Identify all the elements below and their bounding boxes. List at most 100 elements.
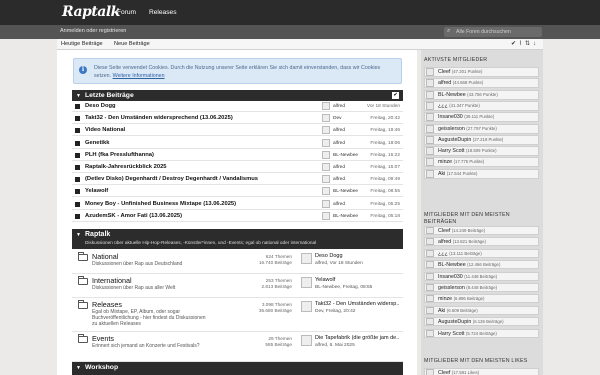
member-name[interactable]: geisslerson <box>438 126 465 132</box>
member-row[interactable]: ¿¿¿ (41.347 Punkte) <box>424 100 539 111</box>
avatar[interactable] <box>426 261 434 269</box>
avatar[interactable] <box>322 102 330 110</box>
avatar[interactable] <box>426 158 434 167</box>
latest-post-row[interactable]: AzudemSK - Amor Fati (13.06.2025) BL-Newb… <box>72 211 403 222</box>
avatar[interactable] <box>426 169 434 178</box>
member-name[interactable]: geisslerson <box>438 285 465 291</box>
latest-posts-header[interactable]: ▼ Letzte Beiträge ✔ <box>72 90 403 101</box>
forum-name[interactable]: National <box>92 252 118 261</box>
member-name[interactable]: Insane030 <box>438 274 463 280</box>
post-title[interactable]: (Detlev Disko) Degenhardt / Destroy Dege… <box>85 176 258 182</box>
post-user[interactable]: alfred <box>333 128 345 133</box>
last-post-title[interactable]: Deso Dogg <box>315 253 399 259</box>
member-name[interactable]: AugusteDupin <box>438 137 471 143</box>
post-user[interactable]: BL-Newbee <box>333 189 358 194</box>
check-icon[interactable]: ✔ <box>392 92 399 99</box>
member-name[interactable]: Harry Scott <box>438 148 465 154</box>
forum-row[interactable]: National Diskussionen über Rap aus Deutsc… <box>72 250 403 274</box>
scroll-down-icon[interactable]: ↓ <box>533 41 539 47</box>
member-row[interactable]: geisslerson (8.448 Beiträge) <box>424 283 539 292</box>
member-name[interactable]: BL-Newbee <box>438 92 466 98</box>
avatar[interactable] <box>426 295 434 303</box>
member-name[interactable]: BL-Newbee <box>438 262 466 268</box>
nav-forum[interactable]: Forum <box>117 9 136 16</box>
post-title[interactable]: AzudemSK - Amor Fati (13.06.2025) <box>85 213 182 219</box>
avatar[interactable] <box>322 150 330 159</box>
avatar[interactable] <box>426 227 434 234</box>
member-name[interactable]: Aki <box>438 171 445 177</box>
avatar[interactable] <box>426 113 434 122</box>
member-name[interactable]: minze <box>438 296 452 302</box>
latest-post-row[interactable]: PLH (fka Presslufthanna) BL-Newbee Freitag… <box>72 150 403 161</box>
member-row[interactable]: Cleef (17.581 Likes) <box>424 368 539 375</box>
member-row[interactable]: alfred (13.821 Beiträge) <box>424 237 539 247</box>
member-row[interactable]: Aki (6.609 Beiträge) <box>424 305 539 315</box>
login-register-link[interactable]: Anmelden oder registrieren <box>60 28 126 34</box>
avatar[interactable] <box>426 318 434 326</box>
latest-post-row[interactable]: Takt32 - Den Umständen widersprechend (1… <box>72 113 403 125</box>
latest-post-row[interactable]: Video National alfred Freitag, 19:46 <box>72 125 403 137</box>
avatar[interactable] <box>426 79 434 88</box>
forum-row[interactable]: Releases Egal ob Mixtape, EP, Album, oder… <box>72 298 403 332</box>
post-user[interactable]: Dev <box>333 116 342 121</box>
site-logo[interactable]: Raptalk <box>62 4 120 20</box>
post-user[interactable]: BL-Newbee <box>333 153 358 158</box>
member-row[interactable]: minze (17.775 Punkte) <box>424 157 539 168</box>
last-post-title[interactable]: Die Tapefabrik (die größte jam de... <box>315 335 399 341</box>
member-name[interactable]: alfred <box>438 80 451 86</box>
forum-row[interactable]: Events Erinnert sich jemand an Konzerte u… <box>72 332 403 362</box>
member-row[interactable]: Aki (17.544 Punkte) <box>424 168 539 179</box>
member-row[interactable]: BL-Newbee (12.466 Beiträge) <box>424 260 539 270</box>
collapse-icon[interactable]: ▼ <box>76 232 81 238</box>
member-row[interactable]: AugusteDupin (27.218 Punkte) <box>424 134 539 145</box>
post-user[interactable]: alfred <box>333 177 345 182</box>
avatar[interactable] <box>301 301 312 312</box>
post-user[interactable]: alfred <box>333 104 345 109</box>
avatar[interactable] <box>322 138 330 147</box>
post-title[interactable]: Money Boy - Unfinished Business Mixtape … <box>85 201 236 207</box>
post-title[interactable]: Takt32 - Den Umständen widersprechend (1… <box>85 115 233 121</box>
member-row[interactable]: minze (6.896 Beiträge) <box>424 294 539 304</box>
nav-releases[interactable]: Releases <box>149 9 177 16</box>
avatar[interactable] <box>322 175 330 184</box>
member-row[interactable]: alfred (44.568 Punkte) <box>424 78 539 89</box>
last-post-title[interactable]: Takt32 - Den Umständen widersp... <box>315 301 399 307</box>
avatar[interactable] <box>301 335 312 346</box>
post-user[interactable]: BL-Newbee <box>333 214 358 219</box>
post-title[interactable]: Genetikk <box>85 140 110 146</box>
avatar[interactable] <box>426 329 434 337</box>
member-row[interactable]: BL-Newbee (43.756 Punkte) <box>424 89 539 100</box>
member-name[interactable]: Cleef <box>438 370 450 375</box>
member-row[interactable]: Insane030 (39.111 Punkte) <box>424 112 539 123</box>
raptalk-section-header[interactable]: ▼ Raptalk Diskussionen über aktuelle Hip… <box>72 229 403 249</box>
avatar[interactable] <box>322 211 330 220</box>
avatar[interactable] <box>426 147 434 156</box>
member-row[interactable]: ¿¿¿ (13.111 Beiträge) <box>424 248 539 258</box>
avatar[interactable] <box>426 68 434 76</box>
collapse-icon[interactable]: ▼ <box>76 365 81 371</box>
avatar[interactable] <box>322 114 330 123</box>
post-user[interactable]: alfred <box>333 202 345 207</box>
member-row[interactable]: Harry Scott (18.509 Punkte) <box>424 146 539 157</box>
forum-name[interactable]: Releases <box>92 300 122 309</box>
member-name[interactable]: Insane030 <box>438 114 463 120</box>
avatar[interactable] <box>322 187 330 196</box>
latest-post-row[interactable]: Deso Dogg alfred Vor 18 Stunden <box>72 101 403 112</box>
avatar[interactable] <box>426 101 434 110</box>
member-name[interactable]: ¿¿¿ <box>438 251 448 257</box>
avatar[interactable] <box>426 369 434 375</box>
post-title[interactable]: Yelawolf <box>85 188 108 194</box>
member-name[interactable]: AugusteDupin <box>438 319 471 325</box>
post-title[interactable]: Deso Dogg <box>85 103 116 109</box>
member-row[interactable]: Cleef (47.201 Punkte) <box>424 67 539 77</box>
collapse-icon[interactable]: ▼ <box>76 93 81 99</box>
avatar[interactable] <box>322 163 330 171</box>
avatar[interactable] <box>426 284 434 291</box>
latest-post-row[interactable]: Yelawolf BL-Newbee Freitag, 08:55 <box>72 186 403 198</box>
member-row[interactable]: Harry Scott (5.724 Beiträge) <box>424 328 539 338</box>
member-name[interactable]: Aki <box>438 308 445 314</box>
avatar[interactable] <box>426 135 434 144</box>
tab-todays-posts[interactable]: Heutige Beiträge <box>61 41 103 47</box>
latest-post-row[interactable]: Genetikk alfred Freitag, 18:06 <box>72 138 403 149</box>
avatar[interactable] <box>322 199 330 208</box>
